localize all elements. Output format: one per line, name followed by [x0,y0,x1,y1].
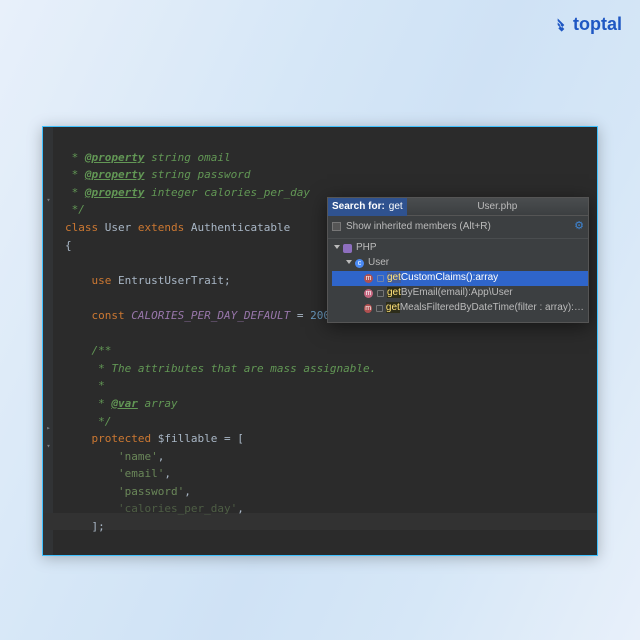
code-area[interactable]: * @property string omail * @property str… [53,127,597,555]
tree-method-getMealsFilteredByDateTime[interactable]: m getMealsFilteredByDateTime(filter : ar… [332,301,588,316]
toptal-icon [553,17,569,33]
lock-icon [377,290,384,297]
structure-search-popup[interactable]: Search for: get User.php Show inherited … [327,197,589,323]
method-icon: m [364,304,372,313]
php-file-icon [343,244,352,253]
tree-node-root[interactable]: PHP [332,241,588,256]
tree-node-class[interactable]: c User [332,256,588,271]
chevron-down-icon[interactable] [334,245,340,249]
search-label: Search for: [332,199,385,215]
lock-icon [376,305,383,312]
gear-icon[interactable]: ⚙ [574,218,584,236]
show-inherited-label: Show inherited members (Alt+R) [346,219,491,235]
show-inherited-checkbox[interactable] [332,222,341,231]
class-icon: c [355,259,364,268]
method-icon: m [364,274,373,283]
structure-tree[interactable]: PHP c User m getCustomClaims():array m g… [328,239,588,322]
fold-marker[interactable]: ▾ [45,443,52,450]
tree-method-getByEmail[interactable]: m getByEmail(email):App\User [332,286,588,301]
search-term: get [389,199,403,215]
lock-icon [377,275,384,282]
search-field[interactable]: Search for: get [328,198,407,216]
popup-filename: User.php [407,199,588,215]
brand-name: toptal [573,14,622,35]
method-icon: m [364,289,373,298]
chevron-down-icon[interactable] [346,260,352,264]
code-editor[interactable]: ▾ ▸ ▾ * @property string omail * @proper… [42,126,598,556]
brand-watermark: toptal [553,14,622,35]
tree-method-getCustomClaims[interactable]: m getCustomClaims():array [332,271,588,286]
fold-marker[interactable]: ▾ [45,197,52,204]
popup-toolbar: Show inherited members (Alt+R) ⚙ [328,216,588,239]
editor-gutter [43,127,53,555]
popup-header: Search for: get User.php [328,198,588,216]
fold-marker[interactable]: ▸ [45,425,52,432]
